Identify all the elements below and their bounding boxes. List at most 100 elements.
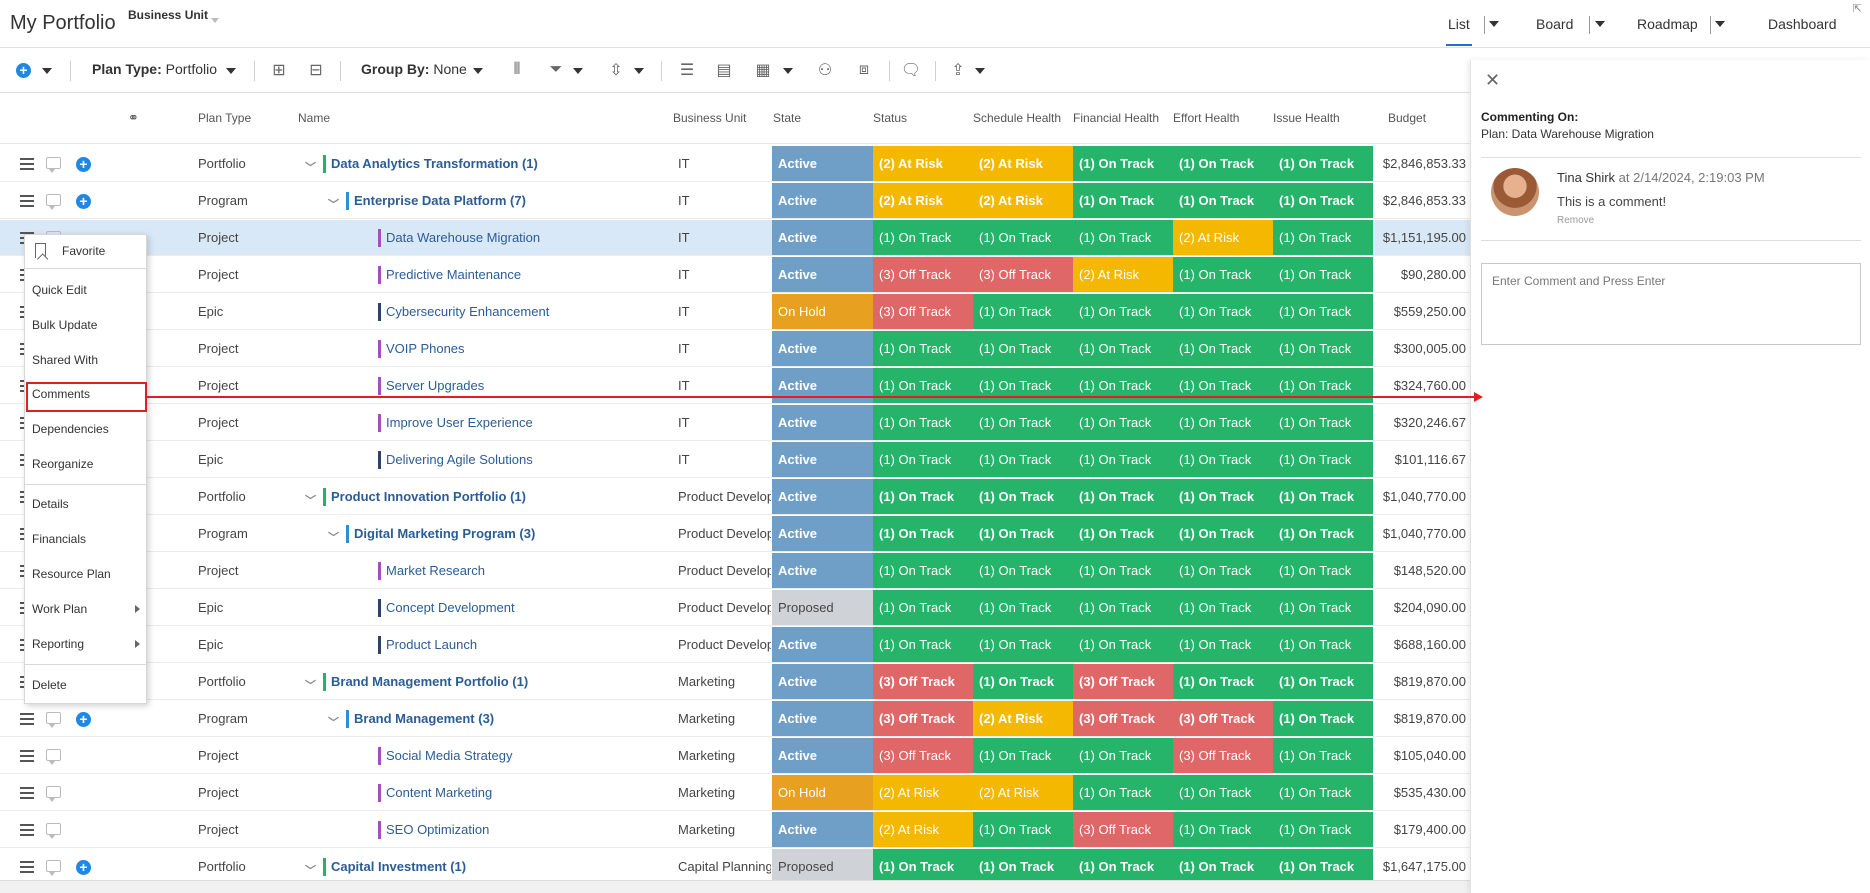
filter-chevron-down-icon[interactable]	[573, 68, 583, 74]
plan-name[interactable]: Concept Development	[386, 600, 515, 615]
chevron-down-icon[interactable]: ﹀	[305, 677, 316, 692]
table-row[interactable]: Program ﹀ Digital Marketing Program (3) Pro…	[0, 516, 1470, 552]
plan-name[interactable]: Content Marketing	[386, 785, 492, 800]
table-row[interactable]: + Portfolio ﹀ Capital Investment (1) Capital…	[0, 849, 1470, 880]
plan-name[interactable]: Cybersecurity Enhancement	[386, 304, 549, 319]
chevron-down-icon[interactable]: ﹀	[305, 159, 316, 174]
plan-type-dropdown[interactable]: Plan Type: Portfolio	[92, 61, 217, 77]
row-menu-icon[interactable]	[20, 787, 34, 799]
table-row[interactable]: Epic Delivering Agile Solutions IT Active (1…	[0, 442, 1470, 478]
plan-name[interactable]: Improve User Experience	[386, 415, 533, 430]
table-row[interactable]: Project VOIP Phones IT Active (1) On Track (1…	[0, 331, 1470, 367]
cell-name[interactable]: ﹀ Data Analytics Transformation (1)	[305, 146, 538, 181]
cell-name[interactable]: Cybersecurity Enhancement	[378, 294, 549, 329]
cell-name[interactable]: ﹀ Brand Management Portfolio (1)	[305, 664, 528, 699]
col-schedule-health[interactable]: Schedule Health	[973, 111, 1061, 125]
layout-chevron-down-icon[interactable]	[783, 68, 793, 74]
row-menu-icon[interactable]	[20, 861, 34, 873]
col-issue-health[interactable]: Issue Health	[1273, 111, 1340, 125]
table-row[interactable]: Epic Concept Development Product Develop Pr…	[0, 590, 1470, 626]
table-row[interactable]: Epic Cybersecurity Enhancement IT On Hold (3…	[0, 294, 1470, 330]
row-height-icon[interactable]: ⇳	[605, 59, 627, 81]
plan-name[interactable]: VOIP Phones	[386, 341, 465, 356]
col-state[interactable]: State	[773, 111, 801, 125]
export-upload-icon[interactable]: ⇪	[947, 59, 969, 81]
board-view-chevron-down-icon[interactable]	[1595, 21, 1605, 27]
plan-name[interactable]: Predictive Maintenance	[386, 267, 521, 282]
layout-icon[interactable]: ▦	[752, 59, 774, 81]
plan-name[interactable]: Digital Marketing Program (3)	[354, 526, 535, 541]
plan-name[interactable]: Brand Management (3)	[354, 711, 494, 726]
expand-all-icon[interactable]: ⊞	[268, 59, 290, 81]
chevron-down-icon[interactable]: ﹀	[305, 492, 316, 507]
row-menu-icon[interactable]	[20, 713, 34, 725]
cell-name[interactable]: ﹀ Product Innovation Portfolio (1)	[305, 479, 526, 514]
table-row[interactable]: + Program ﹀ Enterprise Data Platform (7) IT A…	[0, 183, 1470, 219]
row-menu-icon[interactable]	[20, 195, 34, 207]
chevron-down-icon[interactable]: ﹀	[328, 196, 339, 211]
list-view-chevron-down-icon[interactable]	[1489, 21, 1499, 27]
chevron-down-icon[interactable]: ﹀	[328, 714, 339, 729]
resources-icon[interactable]: ⚇	[814, 59, 836, 81]
collapse-all-icon[interactable]: ⊟	[305, 59, 327, 81]
cell-name[interactable]: Concept Development	[378, 590, 515, 625]
expand-icon[interactable]: ⇱	[1853, 2, 1862, 15]
tab-list[interactable]: List	[1446, 16, 1472, 46]
row-comment-icon[interactable]	[46, 194, 61, 210]
table-row[interactable]: Project Content Marketing Marketing On Hold…	[0, 775, 1470, 811]
business-unit-chevron-down-icon[interactable]	[211, 18, 219, 23]
columns-icon[interactable]: ⫴	[506, 59, 528, 81]
table-row[interactable]: Epic Product Launch Product Develop Active(…	[0, 627, 1470, 663]
row-add-plus-icon[interactable]: +	[76, 712, 91, 727]
menu-item-shared-with[interactable]: Shared With	[32, 353, 98, 367]
horizontal-scrollbar[interactable]	[0, 880, 1470, 893]
menu-item-financials[interactable]: Financials	[32, 532, 86, 546]
menu-item-work-plan[interactable]: Work Plan	[32, 602, 87, 616]
chevron-down-icon[interactable]: ﹀	[305, 862, 316, 877]
table-row[interactable]: Portfolio ﹀ Brand Management Portfolio (1)…	[0, 664, 1470, 700]
business-unit-filter-label[interactable]: Business Unit	[128, 8, 208, 22]
cell-name[interactable]: ﹀ Enterprise Data Platform (7)	[328, 183, 526, 218]
filter-icon[interactable]: ⏷	[545, 59, 567, 81]
cell-name[interactable]: Data Warehouse Migration	[378, 220, 540, 255]
cell-name[interactable]: ﹀ Digital Marketing Program (3)	[328, 516, 535, 551]
menu-item-reorganize[interactable]: Reorganize	[32, 457, 93, 471]
cell-name[interactable]: VOIP Phones	[378, 331, 465, 366]
table-row[interactable]: Project Data Warehouse Migration IT Active(…	[0, 220, 1470, 256]
menu-item-dependencies[interactable]: Dependencies	[32, 422, 109, 436]
plan-name[interactable]: Server Upgrades	[386, 378, 484, 393]
row-menu-icon[interactable]	[20, 824, 34, 836]
favorite-bookmark-icon[interactable]	[35, 243, 46, 258]
menu-item-favorite[interactable]: Favorite	[62, 244, 105, 258]
plan-type-chevron-down-icon[interactable]	[226, 68, 236, 74]
cell-name[interactable]: Improve User Experience	[378, 405, 533, 440]
plan-name[interactable]: Data Analytics Transformation (1)	[331, 156, 538, 171]
cell-name[interactable]: Social Media Strategy	[378, 738, 512, 773]
menu-item-details[interactable]: Details	[32, 497, 69, 511]
row-add-plus-icon[interactable]: +	[76, 860, 91, 875]
table-row[interactable]: Project Social Media Strategy Marketing Act…	[0, 738, 1470, 774]
row-comment-icon[interactable]	[46, 860, 61, 876]
tab-dashboard[interactable]: Dashboard	[1768, 16, 1837, 46]
comment-icon[interactable]: 🗨	[900, 59, 922, 81]
menu-item-resource-plan[interactable]: Resource Plan	[32, 567, 111, 581]
row-menu-icon[interactable]	[20, 158, 34, 170]
table-row[interactable]: Project Predictive Maintenance IT Active (3)…	[0, 257, 1470, 293]
financials-icon[interactable]: ⧈	[853, 59, 875, 81]
menu-item-delete[interactable]: Delete	[32, 678, 67, 692]
plan-name[interactable]: Delivering Agile Solutions	[386, 452, 533, 467]
row-add-plus-icon[interactable]: +	[76, 194, 91, 209]
menu-item-bulk-update[interactable]: Bulk Update	[32, 318, 97, 332]
col-effort-health[interactable]: Effort Health	[1173, 111, 1239, 125]
chevron-down-icon[interactable]: ﹀	[328, 529, 339, 544]
plan-name[interactable]: Enterprise Data Platform (7)	[354, 193, 526, 208]
cell-name[interactable]: Predictive Maintenance	[378, 257, 521, 292]
table-row[interactable]: Project Server Upgrades IT Active (1) On Tra…	[0, 368, 1470, 404]
col-business-unit[interactable]: Business Unit	[673, 111, 746, 125]
plan-name[interactable]: Brand Management Portfolio (1)	[331, 674, 528, 689]
col-status[interactable]: Status	[873, 111, 907, 125]
cell-name[interactable]: SEO Optimization	[378, 812, 489, 847]
cell-name[interactable]: Product Launch	[378, 627, 477, 662]
cell-name[interactable]: Market Research	[378, 553, 485, 588]
menu-item-reporting[interactable]: Reporting	[32, 637, 84, 651]
